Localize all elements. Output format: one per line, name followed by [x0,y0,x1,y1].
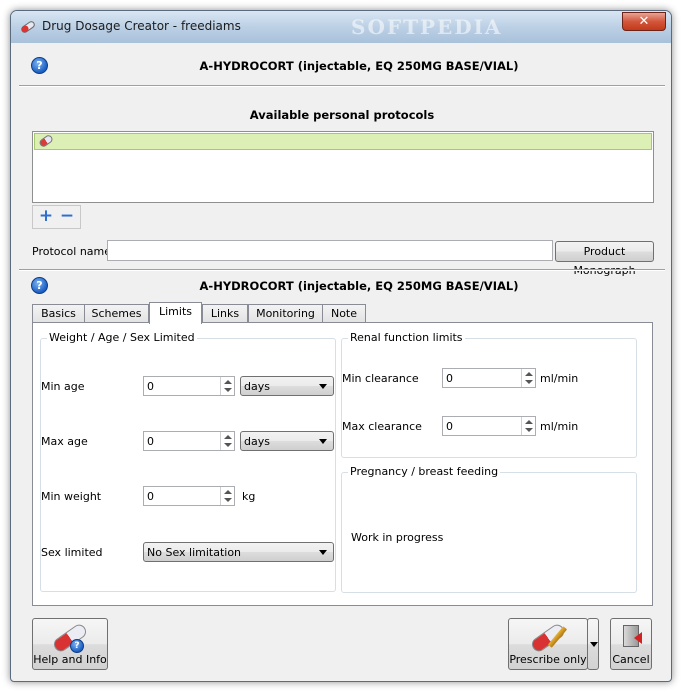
spin-arrows[interactable] [521,369,535,387]
min-clearance-unit: ml/min [540,372,579,385]
pregnancy-group: Pregnancy / breast feeding Work in progr… [341,465,637,593]
min-age-unit: days [244,380,270,393]
max-clearance-value: 0 [446,420,453,433]
chevron-down-icon [590,642,598,647]
arrow-down-icon[interactable] [224,443,232,447]
help-and-info-label: Help and Info [33,653,107,666]
prescribe-only-button[interactable]: Prescribe only [508,618,588,670]
max-age-unit: days [244,435,270,448]
tab-note[interactable]: Note [322,304,366,323]
cancel-label: Cancel [612,653,650,666]
sex-limitation-select[interactable]: No Sex limitation [143,542,334,562]
chevron-down-icon [319,439,327,444]
max-clearance-label: Max clearance [342,420,422,433]
group-title: Weight / Age / Sex Limited [47,331,197,344]
arrow-up-icon[interactable] [224,435,232,439]
arrow-up-icon[interactable] [525,420,533,424]
arrow-up-icon[interactable] [224,490,232,494]
exit-arrow-icon [634,632,642,644]
close-button[interactable]: ✕ [622,12,666,31]
prescribe-menu-button[interactable] [587,618,599,670]
separator [19,269,665,271]
tab-schemes[interactable]: Schemes [84,304,149,323]
max-age-spinbox[interactable]: 0 [143,431,235,451]
max-age-label: Max age [41,435,88,448]
min-age-unit-select[interactable]: days [240,376,334,396]
arrow-down-icon[interactable] [525,380,533,384]
min-weight-spinbox[interactable]: 0 [143,486,235,506]
window-title: Drug Dosage Creator - freediams [42,19,241,33]
chevron-down-icon [319,384,327,389]
add-protocol-button[interactable]: + [37,208,55,226]
help-icon: ? [70,639,84,653]
limits-panel: Weight / Age / Sex Limited Min age 0 day… [32,322,653,606]
sex-limitation-value: No Sex limitation [147,546,242,559]
arrow-up-icon[interactable] [525,372,533,376]
min-age-value: 0 [147,380,154,393]
spin-arrows[interactable] [220,377,234,395]
tab-monitoring[interactable]: Monitoring [248,304,323,323]
sex-limited-label: Sex limited [41,546,103,559]
arrow-up-icon[interactable] [224,380,232,384]
min-age-spinbox[interactable]: 0 [143,376,235,396]
min-weight-value: 0 [147,490,154,503]
arrow-down-icon[interactable] [224,388,232,392]
renal-function-group: Renal function limits Min clearance 0 ml… [341,331,637,458]
remove-protocol-button[interactable]: − [58,208,76,226]
tab-basics[interactable]: Basics [32,304,85,323]
group-title: Pregnancy / breast feeding [348,465,501,478]
drug-title: A-HYDROCORT (injectable, EQ 250MG BASE/V… [199,59,519,73]
watermark: SOFTPEDIA [351,15,503,39]
help-icon[interactable]: ? [31,277,48,294]
min-age-label: Min age [41,380,85,393]
min-weight-unit: kg [242,490,256,503]
pill-icon [37,133,55,149]
tab-limits[interactable]: Limits [149,302,202,324]
arrow-down-icon[interactable] [224,498,232,502]
protocol-list[interactable] [32,131,654,203]
protocols-title: Available personal protocols [249,108,435,122]
app-pill-icon [21,21,35,33]
min-clearance-label: Min clearance [342,372,419,385]
dosage-dialog: Drug Dosage Creator - freediams SOFTPEDI… [10,10,672,682]
dialog-body: ? A-HYDROCORT (injectable, EQ 250MG BASE… [19,43,665,675]
tab-links[interactable]: Links [202,304,248,323]
separator [19,85,665,87]
spin-arrows[interactable] [220,432,234,450]
max-clearance-spinbox[interactable]: 0 [442,416,536,436]
min-clearance-value: 0 [446,372,453,385]
cancel-button[interactable]: Cancel [610,618,652,670]
min-weight-label: Min weight [41,490,102,503]
product-monograph-button[interactable]: Product Monograph [555,241,654,277]
weight-age-sex-group: Weight / Age / Sex Limited Min age 0 day… [40,331,336,592]
arrow-down-icon[interactable] [525,428,533,432]
drug-title-secondary: A-HYDROCORT (injectable, EQ 250MG BASE/V… [199,279,519,293]
max-clearance-unit: ml/min [540,420,579,433]
protocol-list-toolbar: + − [32,205,81,229]
protocol-row[interactable] [34,133,652,150]
spin-arrows[interactable] [521,417,535,435]
max-age-value: 0 [147,435,154,448]
prescribe-only-label: Prescribe only [509,653,587,666]
spin-arrows[interactable] [220,487,234,505]
group-title: Renal function limits [348,331,465,344]
max-age-unit-select[interactable]: days [240,431,334,451]
pregnancy-status: Work in progress [351,531,444,544]
protocol-name-input[interactable] [107,240,553,261]
chevron-down-icon [319,550,327,555]
help-icon[interactable]: ? [31,57,48,74]
protocol-name-label: Protocol name [32,245,112,258]
min-clearance-spinbox[interactable]: 0 [442,368,536,388]
help-and-info-button[interactable]: ? Help and Info [32,618,108,670]
title-bar[interactable]: Drug Dosage Creator - freediams SOFTPEDI… [11,11,671,43]
